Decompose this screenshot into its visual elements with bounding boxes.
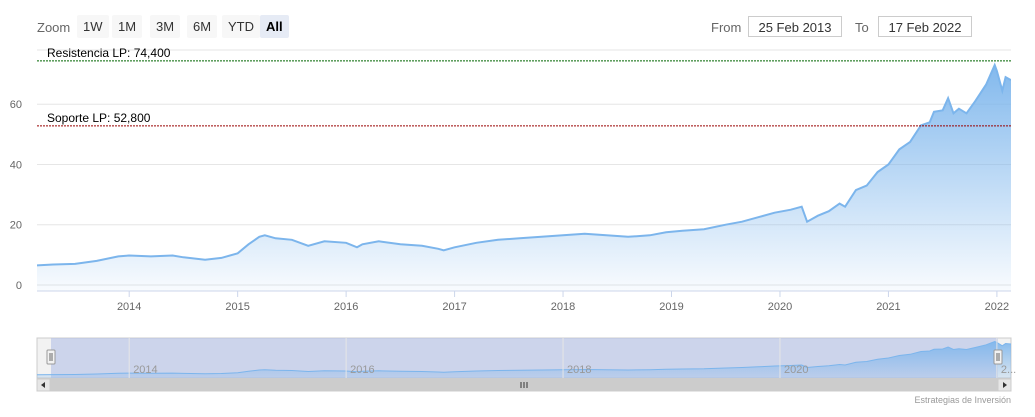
navigator-tick-label: 2020 xyxy=(784,364,808,376)
navigator-tick-label: 2014 xyxy=(133,364,157,376)
y-tick-label: 20 xyxy=(10,220,22,232)
navigator[interactable]: 2014 2016 2018 2020 2... xyxy=(36,337,1016,392)
x-tick-label: 2017 xyxy=(442,301,466,313)
navigator-tick-label: 2016 xyxy=(350,364,374,376)
x-tick-label: 2019 xyxy=(659,301,683,313)
price-area-series xyxy=(37,62,1011,291)
x-tick-label: 2018 xyxy=(551,301,575,313)
x-tick-label: 2022 xyxy=(985,301,1009,313)
navigator-tick-label: 2... xyxy=(1001,364,1016,376)
x-tick-label: 2020 xyxy=(768,301,792,313)
stock-chart: Resistencia LP: 74,400 Soporte LP: 52,800… xyxy=(10,46,1016,405)
x-tick-label: 2016 xyxy=(334,301,358,313)
navigator-handle-right[interactable] xyxy=(993,349,1003,365)
support-label: Soporte LP: 52,800 xyxy=(47,111,151,125)
plot-lines: Resistencia LP: 74,400 Soporte LP: 52,800 xyxy=(37,46,1011,127)
x-tick-label: 2021 xyxy=(876,301,900,313)
resistance-label: Resistencia LP: 74,400 xyxy=(47,46,171,60)
navigator-handle-left[interactable] xyxy=(46,349,56,365)
navigator-tick-label: 2018 xyxy=(567,364,591,376)
y-tick-label: 40 xyxy=(10,159,22,171)
y-tick-label: 0 xyxy=(16,280,22,292)
x-tick-label: 2014 xyxy=(117,301,141,313)
credits-text[interactable]: Estrategias de Inversión xyxy=(914,395,1011,405)
y-tick-label: 60 xyxy=(10,99,22,111)
x-tick-label: 2015 xyxy=(225,301,249,313)
